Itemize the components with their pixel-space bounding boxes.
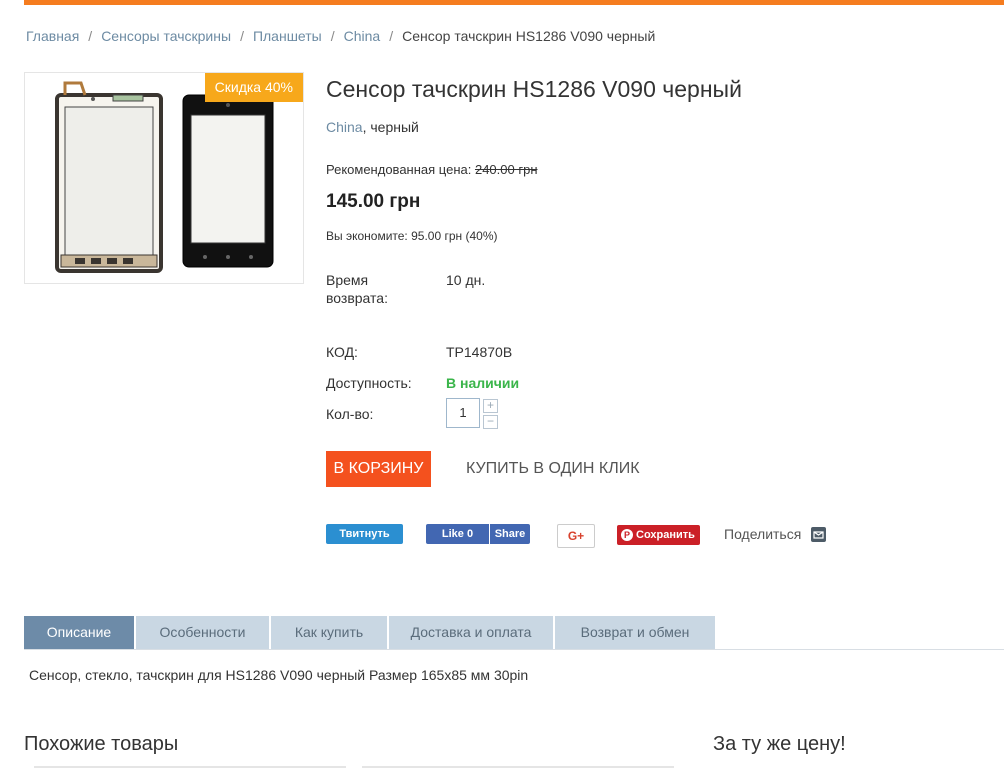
breadcrumb-separator: / [330,28,335,44]
breadcrumb-separator: / [389,28,394,44]
quantity-input[interactable]: 1 [446,398,480,428]
savings-text: Вы экономите: 95.00 грн (40%) [326,229,498,243]
brand-link[interactable]: China [326,119,363,135]
google-plus-button[interactable]: G+ [557,524,595,548]
breadcrumb-separator: / [88,28,93,44]
pinterest-icon: P [621,529,633,541]
code-label: КОД: [326,344,358,360]
return-time-label: Время возврата: [326,272,388,306]
breadcrumb-tablets[interactable]: Планшеты [253,28,322,44]
old-price: 240.00 грн [474,162,538,177]
tab-description[interactable]: Описание [24,616,134,649]
product-color: , черный [362,119,419,135]
pinterest-label: Сохранить [636,529,695,541]
breadcrumb-sensors[interactable]: Сенсоры тачскрины [101,28,231,44]
breadcrumb-china[interactable]: China [344,28,381,44]
tab-how-to-buy[interactable]: Как купить [271,616,387,649]
quantity-plus-button[interactable]: + [483,399,498,413]
twitter-button[interactable]: Твитнуть [326,524,403,544]
pinterest-save-button[interactable]: P Сохранить [617,525,700,545]
add-to-cart-button[interactable]: В КОРЗИНУ [326,451,431,487]
tab-features[interactable]: Особенности [136,616,269,649]
quantity-minus-button[interactable]: − [483,415,498,429]
availability-value: В наличии [446,375,520,391]
code-value: TP14870B [446,344,513,360]
availability-label: Доступность: [326,375,412,391]
breadcrumb-current: Сенсор тачскрин HS1286 V090 черный [402,28,656,44]
product-image[interactable]: Скидка 40% [24,72,304,284]
return-time-value: 10 дн. [446,272,486,288]
touchscreen-image [55,81,274,273]
breadcrumb: Главная / Сенсоры тачскрины / Планшеты / China… [26,28,655,44]
discount-badge: Скидка 40% [204,73,303,102]
twitter-label: Твитнуть [339,528,390,540]
recommended-price-label: Рекомендованная цена: [326,162,472,177]
top-accent-bar [24,0,1004,5]
breadcrumb-separator: / [240,28,244,44]
facebook-like-button[interactable]: Like 0 [426,524,489,544]
recommended-price: Рекомендованная цена: 240.00 грн [326,162,538,177]
product-title: Сенсор тачскрин HS1286 V090 черный [326,76,742,102]
similar-products-heading: Похожие товары [24,733,179,755]
buy-one-click-button[interactable]: КУПИТЬ В ОДИН КЛИК [466,460,640,478]
tab-delivery-payment[interactable]: Доставка и оплата [389,616,553,649]
tabs-divider [24,649,1004,650]
current-price: 145.00 грн [326,191,421,212]
tab-returns[interactable]: Возврат и обмен [555,616,715,649]
product-description: Сенсор, стекло, тачскрин для HS1286 V090… [29,667,529,683]
breadcrumb-home[interactable]: Главная [26,28,79,44]
product-subtitle: China, черный [326,119,419,135]
mail-icon[interactable] [811,527,826,542]
same-price-heading: За ту же цену! [713,733,846,755]
facebook-share-button[interactable]: Share [490,524,530,544]
quantity-label: Кол-во: [326,406,374,422]
share-link[interactable]: Поделиться [724,526,801,542]
